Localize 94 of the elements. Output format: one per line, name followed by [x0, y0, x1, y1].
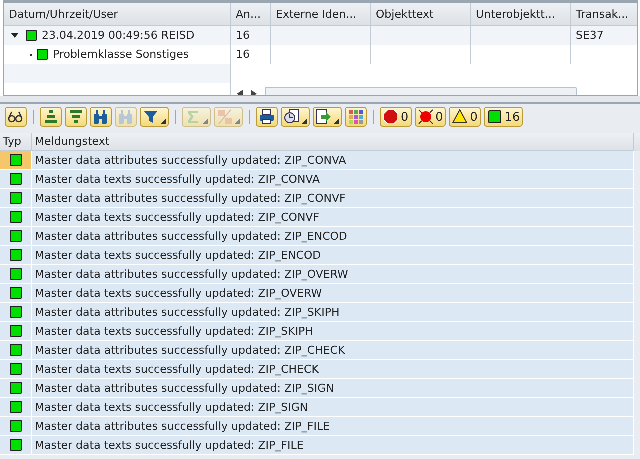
type-cell[interactable] — [0, 265, 32, 284]
message-text: Master data attributes successfully updated: ZIP_SKIPH — [32, 303, 634, 322]
caret-icon — [334, 119, 339, 124]
message-count-button[interactable]: 0 — [449, 107, 481, 127]
message-count-button[interactable]: 0 — [380, 107, 412, 127]
message-text: Master data texts successfully updated: ZIP_ENCOD — [32, 246, 634, 265]
success-icon — [10, 173, 22, 185]
toolbar-button[interactable] — [140, 107, 169, 127]
message-text: Master data texts successfully updated: ZIP_SKIPH — [32, 322, 634, 341]
success-icon — [10, 268, 22, 280]
caret-icon — [302, 119, 307, 124]
sigma-icon — [185, 109, 201, 125]
caret-icon — [161, 119, 166, 124]
sort-descending-icon — [68, 109, 84, 125]
toolbar-button[interactable] — [90, 107, 112, 127]
message-text: Master data texts successfully updated: ZIP_OVERW — [32, 284, 634, 303]
column-header[interactable]: Datum/Uhrzeit/User — [4, 3, 231, 25]
splitter-handle[interactable] — [0, 96, 640, 102]
message-text: Master data attributes successfully updated: ZIP_FILE — [32, 417, 634, 436]
message-text: Master data texts successfully updated: ZIP_FILE — [32, 436, 634, 455]
type-cell[interactable] — [0, 246, 32, 265]
type-cell[interactable] — [0, 322, 32, 341]
type-cell[interactable] — [0, 360, 32, 379]
success-icon — [10, 154, 22, 166]
column-header[interactable]: Objekttext — [371, 3, 471, 25]
type-cell[interactable] — [0, 284, 32, 303]
type-cell[interactable] — [0, 341, 32, 360]
table-row[interactable]: 23.04.2019 00:49:56 REISD 16 SE37 — [4, 26, 637, 45]
message-text: Master data texts successfully updated: ZIP_CHECK — [32, 360, 634, 379]
message-count-button[interactable]: 16 — [484, 107, 524, 127]
toolbar-button[interactable] — [256, 107, 278, 127]
filter-icon — [143, 109, 159, 125]
column-header[interactable]: An... — [231, 3, 271, 25]
printer-icon — [259, 109, 275, 125]
success-icon — [10, 401, 22, 413]
success-icon — [10, 325, 22, 337]
type-cell[interactable] — [0, 379, 32, 398]
type-cell[interactable] — [0, 151, 32, 170]
expand-arrow-icon[interactable] — [11, 33, 19, 38]
caret-icon — [235, 119, 240, 124]
subtotal-icon — [217, 109, 233, 125]
table-cell: 16 — [236, 48, 250, 61]
toolbar-button[interactable] — [5, 107, 27, 127]
message-text: Master data attributes successfully updated: ZIP_SIGN — [32, 379, 634, 398]
export-icon — [316, 109, 332, 125]
table-cell: 16 — [236, 29, 250, 42]
success-icon — [486, 109, 503, 125]
toolbar-button[interactable] — [345, 107, 367, 127]
table-cell: SE37 — [576, 29, 604, 42]
message-text: Master data texts successfully updated: ZIP_SIGN — [32, 398, 634, 417]
message-text: Master data attributes successfully updated: ZIP_CONVA — [32, 151, 634, 170]
success-icon — [10, 249, 22, 261]
error-icon — [418, 109, 434, 125]
views-icon — [284, 109, 300, 125]
column-header[interactable]: Externe Iden... — [271, 3, 371, 25]
message-text: Master data attributes successfully updated: ZIP_ENCOD — [32, 227, 634, 246]
success-icon — [10, 344, 22, 356]
success-icon — [10, 382, 22, 394]
type-cell[interactable] — [0, 227, 32, 246]
type-cell[interactable] — [0, 436, 32, 455]
tree-item-label[interactable]: Problemklasse Sonstiges — [53, 48, 190, 61]
caret-icon — [203, 119, 208, 124]
success-icon — [10, 363, 22, 375]
success-icon — [10, 439, 22, 451]
grid-icon — [348, 109, 364, 125]
message-text: Master data attributes successfully updated: ZIP_CONVF — [32, 189, 634, 208]
type-cell[interactable] — [0, 189, 32, 208]
glasses-icon — [8, 109, 24, 125]
sort-ascending-icon — [43, 109, 59, 125]
message-text: Master data attributes successfully updated: ZIP_CHECK — [32, 341, 634, 360]
type-cell[interactable] — [0, 417, 32, 436]
success-icon — [10, 211, 22, 223]
tree-item-label[interactable]: 23.04.2019 00:49:56 REISD — [42, 29, 195, 42]
type-cell[interactable] — [0, 303, 32, 322]
column-header[interactable]: Unterobjektt... — [471, 3, 571, 25]
success-icon — [10, 230, 22, 242]
type-cell[interactable] — [0, 170, 32, 189]
toolbar-button[interactable] — [281, 107, 310, 127]
message-text: Master data texts successfully updated: ZIP_CONVA — [32, 170, 634, 189]
success-icon — [10, 192, 22, 204]
column-header[interactable]: Transak... — [571, 3, 637, 25]
binoculars-icon — [93, 109, 109, 125]
binoculars-plus-icon — [118, 109, 134, 125]
toolbar-button[interactable] — [313, 107, 342, 127]
warning-icon — [452, 109, 468, 125]
success-icon — [10, 420, 22, 432]
type-cell[interactable] — [0, 208, 32, 227]
success-icon — [10, 306, 22, 318]
type-cell[interactable] — [0, 398, 32, 417]
success-icon — [10, 287, 22, 299]
message-text: Master data attributes successfully updated: ZIP_OVERW — [32, 265, 634, 284]
message-count-button[interactable]: 0 — [414, 107, 446, 127]
message-text: Master data texts successfully updated: ZIP_CONVF — [32, 208, 634, 227]
stop-icon — [383, 109, 399, 125]
